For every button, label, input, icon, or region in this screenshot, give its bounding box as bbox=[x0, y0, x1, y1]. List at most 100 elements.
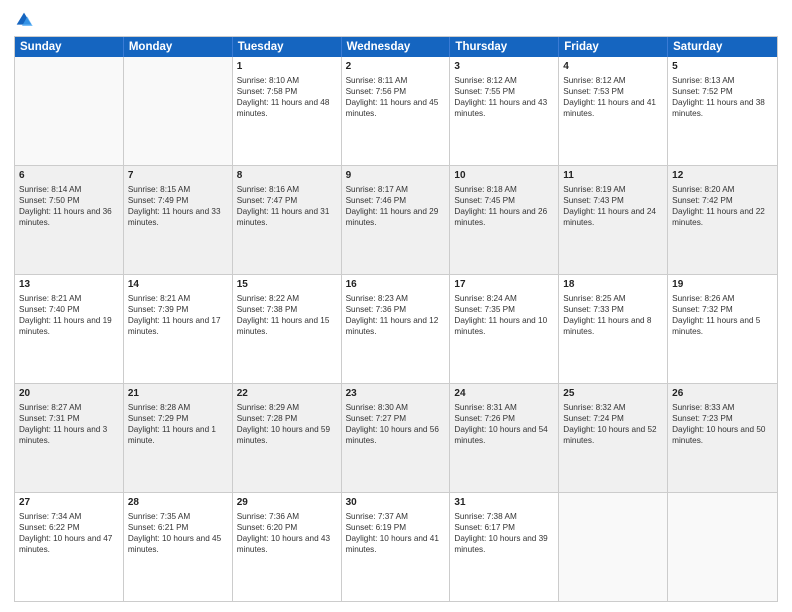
cell-info: Sunrise: 8:27 AMSunset: 7:31 PMDaylight:… bbox=[19, 402, 119, 447]
day-number: 20 bbox=[19, 387, 119, 401]
calendar-cell: 18Sunrise: 8:25 AMSunset: 7:33 PMDayligh… bbox=[559, 275, 668, 383]
day-number: 11 bbox=[563, 169, 663, 183]
day-number: 15 bbox=[237, 278, 337, 292]
day-number: 7 bbox=[128, 169, 228, 183]
logo bbox=[14, 10, 36, 30]
calendar-cell: 30Sunrise: 7:37 AMSunset: 6:19 PMDayligh… bbox=[342, 493, 451, 601]
day-number: 26 bbox=[672, 387, 773, 401]
cell-info: Sunrise: 8:19 AMSunset: 7:43 PMDaylight:… bbox=[563, 184, 663, 229]
calendar-cell: 16Sunrise: 8:23 AMSunset: 7:36 PMDayligh… bbox=[342, 275, 451, 383]
calendar-cell bbox=[668, 493, 777, 601]
calendar-cell bbox=[559, 493, 668, 601]
calendar-cell: 11Sunrise: 8:19 AMSunset: 7:43 PMDayligh… bbox=[559, 166, 668, 274]
calendar-cell: 25Sunrise: 8:32 AMSunset: 7:24 PMDayligh… bbox=[559, 384, 668, 492]
calendar-cell bbox=[15, 57, 124, 165]
calendar-body: 1Sunrise: 8:10 AMSunset: 7:58 PMDaylight… bbox=[15, 57, 777, 601]
day-number: 18 bbox=[563, 278, 663, 292]
calendar-header-cell: Monday bbox=[124, 37, 233, 57]
day-number: 23 bbox=[346, 387, 446, 401]
calendar-cell: 14Sunrise: 8:21 AMSunset: 7:39 PMDayligh… bbox=[124, 275, 233, 383]
calendar-cell: 7Sunrise: 8:15 AMSunset: 7:49 PMDaylight… bbox=[124, 166, 233, 274]
cell-info: Sunrise: 8:17 AMSunset: 7:46 PMDaylight:… bbox=[346, 184, 446, 229]
cell-info: Sunrise: 7:35 AMSunset: 6:21 PMDaylight:… bbox=[128, 511, 228, 556]
day-number: 12 bbox=[672, 169, 773, 183]
day-number: 31 bbox=[454, 496, 554, 510]
calendar-cell: 13Sunrise: 8:21 AMSunset: 7:40 PMDayligh… bbox=[15, 275, 124, 383]
calendar-cell: 20Sunrise: 8:27 AMSunset: 7:31 PMDayligh… bbox=[15, 384, 124, 492]
calendar-cell: 2Sunrise: 8:11 AMSunset: 7:56 PMDaylight… bbox=[342, 57, 451, 165]
cell-info: Sunrise: 8:20 AMSunset: 7:42 PMDaylight:… bbox=[672, 184, 773, 229]
calendar-week-1: 1Sunrise: 8:10 AMSunset: 7:58 PMDaylight… bbox=[15, 57, 777, 166]
cell-info: Sunrise: 8:23 AMSunset: 7:36 PMDaylight:… bbox=[346, 293, 446, 338]
day-number: 24 bbox=[454, 387, 554, 401]
day-number: 17 bbox=[454, 278, 554, 292]
day-number: 19 bbox=[672, 278, 773, 292]
calendar-header-cell: Wednesday bbox=[342, 37, 451, 57]
day-number: 10 bbox=[454, 169, 554, 183]
day-number: 9 bbox=[346, 169, 446, 183]
page: SundayMondayTuesdayWednesdayThursdayFrid… bbox=[0, 0, 792, 612]
calendar-cell: 3Sunrise: 8:12 AMSunset: 7:55 PMDaylight… bbox=[450, 57, 559, 165]
cell-info: Sunrise: 8:31 AMSunset: 7:26 PMDaylight:… bbox=[454, 402, 554, 447]
calendar-cell: 8Sunrise: 8:16 AMSunset: 7:47 PMDaylight… bbox=[233, 166, 342, 274]
cell-info: Sunrise: 8:25 AMSunset: 7:33 PMDaylight:… bbox=[563, 293, 663, 338]
cell-info: Sunrise: 8:16 AMSunset: 7:47 PMDaylight:… bbox=[237, 184, 337, 229]
cell-info: Sunrise: 8:28 AMSunset: 7:29 PMDaylight:… bbox=[128, 402, 228, 447]
cell-info: Sunrise: 8:21 AMSunset: 7:40 PMDaylight:… bbox=[19, 293, 119, 338]
day-number: 16 bbox=[346, 278, 446, 292]
cell-info: Sunrise: 8:26 AMSunset: 7:32 PMDaylight:… bbox=[672, 293, 773, 338]
calendar-cell: 22Sunrise: 8:29 AMSunset: 7:28 PMDayligh… bbox=[233, 384, 342, 492]
cell-info: Sunrise: 8:33 AMSunset: 7:23 PMDaylight:… bbox=[672, 402, 773, 447]
cell-info: Sunrise: 8:32 AMSunset: 7:24 PMDaylight:… bbox=[563, 402, 663, 447]
day-number: 2 bbox=[346, 60, 446, 74]
calendar-header-cell: Saturday bbox=[668, 37, 777, 57]
calendar-cell: 19Sunrise: 8:26 AMSunset: 7:32 PMDayligh… bbox=[668, 275, 777, 383]
cell-info: Sunrise: 7:37 AMSunset: 6:19 PMDaylight:… bbox=[346, 511, 446, 556]
calendar-cell: 26Sunrise: 8:33 AMSunset: 7:23 PMDayligh… bbox=[668, 384, 777, 492]
calendar-week-5: 27Sunrise: 7:34 AMSunset: 6:22 PMDayligh… bbox=[15, 493, 777, 601]
cell-info: Sunrise: 8:13 AMSunset: 7:52 PMDaylight:… bbox=[672, 75, 773, 120]
calendar-cell: 9Sunrise: 8:17 AMSunset: 7:46 PMDaylight… bbox=[342, 166, 451, 274]
cell-info: Sunrise: 8:12 AMSunset: 7:53 PMDaylight:… bbox=[563, 75, 663, 120]
cell-info: Sunrise: 8:15 AMSunset: 7:49 PMDaylight:… bbox=[128, 184, 228, 229]
calendar-cell: 28Sunrise: 7:35 AMSunset: 6:21 PMDayligh… bbox=[124, 493, 233, 601]
calendar-cell: 31Sunrise: 7:38 AMSunset: 6:17 PMDayligh… bbox=[450, 493, 559, 601]
cell-info: Sunrise: 8:30 AMSunset: 7:27 PMDaylight:… bbox=[346, 402, 446, 447]
cell-info: Sunrise: 7:34 AMSunset: 6:22 PMDaylight:… bbox=[19, 511, 119, 556]
calendar-cell: 23Sunrise: 8:30 AMSunset: 7:27 PMDayligh… bbox=[342, 384, 451, 492]
calendar-cell: 10Sunrise: 8:18 AMSunset: 7:45 PMDayligh… bbox=[450, 166, 559, 274]
day-number: 14 bbox=[128, 278, 228, 292]
cell-info: Sunrise: 8:18 AMSunset: 7:45 PMDaylight:… bbox=[454, 184, 554, 229]
day-number: 22 bbox=[237, 387, 337, 401]
day-number: 30 bbox=[346, 496, 446, 510]
calendar-cell: 21Sunrise: 8:28 AMSunset: 7:29 PMDayligh… bbox=[124, 384, 233, 492]
calendar-week-4: 20Sunrise: 8:27 AMSunset: 7:31 PMDayligh… bbox=[15, 384, 777, 493]
logo-icon bbox=[14, 10, 34, 30]
calendar-cell: 5Sunrise: 8:13 AMSunset: 7:52 PMDaylight… bbox=[668, 57, 777, 165]
calendar-cell: 17Sunrise: 8:24 AMSunset: 7:35 PMDayligh… bbox=[450, 275, 559, 383]
cell-info: Sunrise: 8:22 AMSunset: 7:38 PMDaylight:… bbox=[237, 293, 337, 338]
cell-info: Sunrise: 8:12 AMSunset: 7:55 PMDaylight:… bbox=[454, 75, 554, 120]
day-number: 27 bbox=[19, 496, 119, 510]
calendar-cell: 4Sunrise: 8:12 AMSunset: 7:53 PMDaylight… bbox=[559, 57, 668, 165]
day-number: 3 bbox=[454, 60, 554, 74]
cell-info: Sunrise: 7:38 AMSunset: 6:17 PMDaylight:… bbox=[454, 511, 554, 556]
header bbox=[14, 10, 778, 30]
cell-info: Sunrise: 7:36 AMSunset: 6:20 PMDaylight:… bbox=[237, 511, 337, 556]
calendar-cell: 24Sunrise: 8:31 AMSunset: 7:26 PMDayligh… bbox=[450, 384, 559, 492]
calendar-cell: 1Sunrise: 8:10 AMSunset: 7:58 PMDaylight… bbox=[233, 57, 342, 165]
calendar-week-3: 13Sunrise: 8:21 AMSunset: 7:40 PMDayligh… bbox=[15, 275, 777, 384]
calendar-cell: 12Sunrise: 8:20 AMSunset: 7:42 PMDayligh… bbox=[668, 166, 777, 274]
calendar-cell: 29Sunrise: 7:36 AMSunset: 6:20 PMDayligh… bbox=[233, 493, 342, 601]
day-number: 1 bbox=[237, 60, 337, 74]
calendar-week-2: 6Sunrise: 8:14 AMSunset: 7:50 PMDaylight… bbox=[15, 166, 777, 275]
cell-info: Sunrise: 8:11 AMSunset: 7:56 PMDaylight:… bbox=[346, 75, 446, 120]
cell-info: Sunrise: 8:14 AMSunset: 7:50 PMDaylight:… bbox=[19, 184, 119, 229]
day-number: 25 bbox=[563, 387, 663, 401]
calendar-header-cell: Thursday bbox=[450, 37, 559, 57]
cell-info: Sunrise: 8:29 AMSunset: 7:28 PMDaylight:… bbox=[237, 402, 337, 447]
day-number: 28 bbox=[128, 496, 228, 510]
cell-info: Sunrise: 8:10 AMSunset: 7:58 PMDaylight:… bbox=[237, 75, 337, 120]
calendar: SundayMondayTuesdayWednesdayThursdayFrid… bbox=[14, 36, 778, 602]
day-number: 21 bbox=[128, 387, 228, 401]
